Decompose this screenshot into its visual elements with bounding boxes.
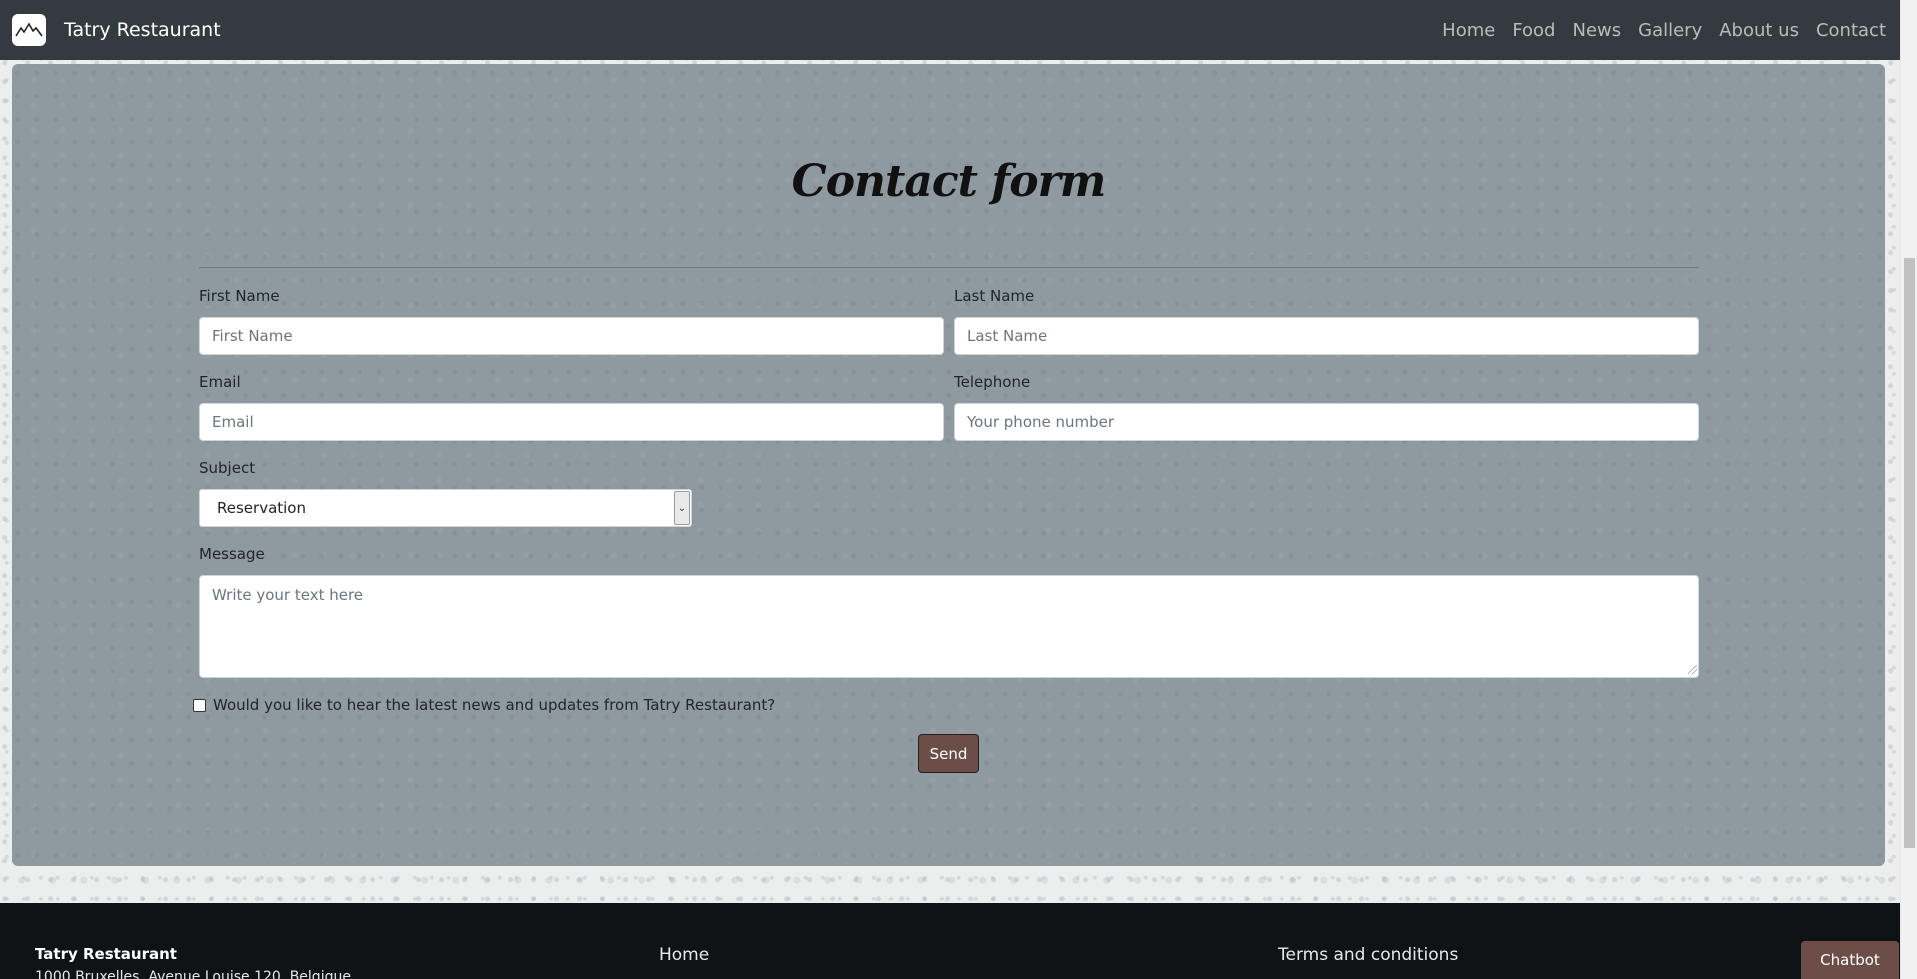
- nav-link-news[interactable]: News: [1572, 20, 1621, 41]
- email-label: Email: [199, 373, 241, 391]
- brand-name: Tatry Restaurant: [64, 19, 221, 41]
- last-name-input[interactable]: [954, 317, 1699, 355]
- form-title: Contact form: [791, 156, 1107, 207]
- footer-link-home[interactable]: Home: [659, 945, 709, 965]
- resize-grip-icon[interactable]: [1688, 665, 1697, 674]
- footer-link-terms[interactable]: Terms and conditions: [1278, 945, 1458, 965]
- send-button[interactable]: Send: [918, 734, 979, 773]
- first-name-label: First Name: [199, 287, 280, 305]
- nav-link-about-us[interactable]: About us: [1719, 20, 1799, 41]
- mountain-logo-icon: [12, 14, 46, 46]
- contact-form-card: Contact form First Name Last Name Email …: [12, 64, 1885, 866]
- chatbot-button[interactable]: Chatbot: [1801, 941, 1899, 979]
- first-name-input[interactable]: [199, 317, 944, 355]
- newsletter-label: Would you like to hear the latest news a…: [213, 696, 776, 714]
- nav-link-home[interactable]: Home: [1442, 20, 1495, 41]
- nav-link-food[interactable]: Food: [1512, 20, 1555, 41]
- nav-link-gallery[interactable]: Gallery: [1638, 20, 1702, 41]
- divider: [199, 267, 1699, 268]
- nav-links: Home Food News Gallery About us Contact: [1442, 20, 1886, 41]
- nav-link-contact[interactable]: Contact: [1816, 20, 1886, 41]
- brand[interactable]: Tatry Restaurant: [12, 14, 221, 46]
- chevron-down-icon[interactable]: ⌄: [674, 491, 690, 525]
- footer-brand: Tatry Restaurant: [35, 945, 177, 963]
- page-scrollbar[interactable]: [1900, 0, 1917, 979]
- telephone-label: Telephone: [954, 373, 1031, 391]
- footer: Tatry Restaurant 1000 Bruxelles, Avenue …: [0, 903, 1900, 979]
- newsletter-row: Would you like to hear the latest news a…: [193, 696, 775, 714]
- navbar: Tatry Restaurant Home Food News Gallery …: [0, 0, 1900, 60]
- message-textarea[interactable]: [199, 575, 1699, 678]
- subject-selected-value: Reservation: [217, 499, 306, 517]
- subject-label: Subject: [199, 459, 256, 477]
- subject-select[interactable]: Reservation ⌄: [199, 489, 692, 527]
- telephone-input[interactable]: [954, 403, 1699, 441]
- message-label: Message: [199, 545, 265, 563]
- email-input[interactable]: [199, 403, 944, 441]
- scrollbar-thumb[interactable]: [1904, 258, 1915, 848]
- last-name-label: Last Name: [954, 287, 1035, 305]
- footer-address: 1000 Bruxelles, Avenue Louise 120, Belgi…: [35, 969, 351, 979]
- newsletter-checkbox[interactable]: [193, 698, 206, 712]
